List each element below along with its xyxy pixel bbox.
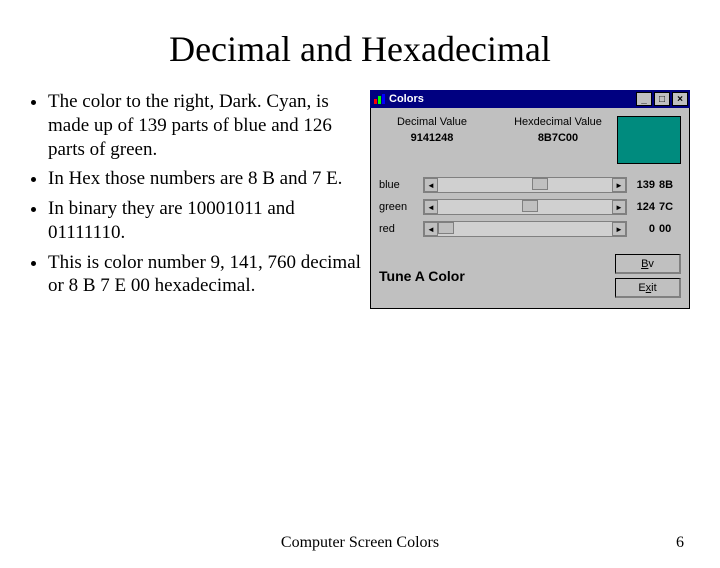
slider-red: red ◄ ► 0 00 (379, 218, 681, 240)
minimize-button[interactable]: _ (636, 92, 652, 106)
bullet-1: The color to the right, Dark. Cyan, is m… (48, 90, 364, 161)
page-number: 6 (644, 534, 684, 552)
bullet-list: The color to the right, Dark. Cyan, is m… (24, 90, 364, 309)
bv-button[interactable]: Bv (615, 254, 681, 274)
slide-title: Decimal and Hexadecimal (0, 28, 720, 70)
bullet-2: In Hex those numbers are 8 B and 7 E. (48, 167, 364, 191)
colors-window: Colors _ □ × Decimal Value 9141248 H (370, 90, 690, 309)
hex-label: Hexdecimal Value (505, 116, 611, 128)
scrollbar-green[interactable]: ◄ ► (423, 199, 627, 215)
scroll-right-icon[interactable]: ► (612, 200, 626, 214)
maximize-button[interactable]: □ (654, 92, 670, 106)
slider-blue: blue ◄ ► 139 8B (379, 174, 681, 196)
channel-label-red: red (379, 223, 419, 235)
channel-value-green: 124 (631, 201, 655, 213)
tune-label: Tune A Color (379, 268, 615, 284)
scroll-left-icon[interactable]: ◄ (424, 200, 438, 214)
scroll-right-icon[interactable]: ► (612, 178, 626, 192)
channel-hex-blue: 8B (659, 179, 681, 191)
scrollbar-red[interactable]: ◄ ► (423, 221, 627, 237)
app-icon (372, 92, 386, 106)
channel-hex-red: 00 (659, 223, 681, 235)
footer-text: Computer Screen Colors (76, 534, 644, 552)
hex-value: 8B7C00 (505, 132, 611, 144)
color-swatch (617, 116, 681, 164)
scrollbar-blue[interactable]: ◄ ► (423, 177, 627, 193)
channel-label-blue: blue (379, 179, 419, 191)
channel-label-green: green (379, 201, 419, 213)
titlebar: Colors _ □ × (370, 90, 690, 108)
channel-value-blue: 139 (631, 179, 655, 191)
scroll-right-icon[interactable]: ► (612, 222, 626, 236)
slider-green: green ◄ ► 124 7C (379, 196, 681, 218)
exit-button[interactable]: Exit (615, 278, 681, 298)
decimal-value: 9141248 (379, 132, 485, 144)
close-button[interactable]: × (672, 92, 688, 106)
scroll-left-icon[interactable]: ◄ (424, 178, 438, 192)
scroll-left-icon[interactable]: ◄ (424, 222, 438, 236)
decimal-label: Decimal Value (379, 116, 485, 128)
channel-value-red: 0 (631, 223, 655, 235)
bullet-4: This is color number 9, 141, 760 decimal… (48, 251, 364, 299)
footer: Computer Screen Colors 6 (0, 534, 720, 552)
window-title: Colors (389, 93, 634, 105)
bullet-3: In binary they are 10001011 and 01111110… (48, 197, 364, 245)
channel-hex-green: 7C (659, 201, 681, 213)
